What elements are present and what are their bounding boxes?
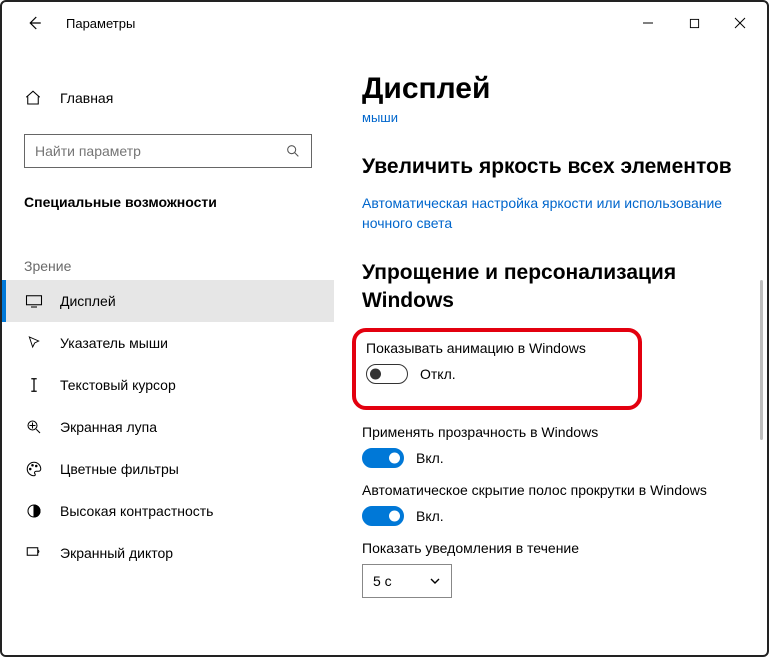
- setting-label-animation: Показывать анимацию в Windows: [366, 340, 624, 356]
- home-nav[interactable]: Главная: [2, 78, 334, 118]
- sidebar-item-label: Указатель мыши: [60, 335, 168, 351]
- search-icon: [285, 143, 301, 159]
- toggle-animation[interactable]: [366, 364, 408, 384]
- chevron-down-icon: [429, 575, 441, 587]
- toggle-state-animation: Откл.: [420, 366, 456, 382]
- heading-simplify: Упрощение и персонализация Windows: [362, 259, 739, 314]
- cursor-icon: [24, 334, 44, 352]
- search-input[interactable]: [35, 143, 285, 159]
- close-button[interactable]: [717, 7, 763, 39]
- palette-icon: [24, 460, 44, 478]
- toggle-state-transparency: Вкл.: [416, 450, 444, 466]
- partial-link-text[interactable]: мыши: [362, 110, 739, 125]
- toggle-scrollbars[interactable]: [362, 506, 404, 526]
- minimize-button[interactable]: [625, 7, 671, 39]
- search-box[interactable]: [24, 134, 312, 168]
- sidebar-item-narrator[interactable]: Экранный диктор: [2, 532, 334, 574]
- heading-brightness: Увеличить яркость всех элементов: [362, 153, 739, 180]
- sidebar-item-label: Экранный диктор: [60, 545, 173, 561]
- window-title: Параметры: [66, 16, 135, 31]
- narrator-icon: [24, 544, 44, 562]
- sidebar-item-display[interactable]: Дисплей: [2, 280, 334, 322]
- highlight-annotation: Показывать анимацию в Windows Откл.: [352, 328, 642, 410]
- monitor-icon: [24, 294, 44, 308]
- nav-list: Дисплей Указатель мыши Текстовый курсор: [2, 280, 334, 574]
- select-value: 5 с: [373, 573, 392, 589]
- titlebar: Параметры: [2, 2, 767, 44]
- sidebar-item-label: Цветные фильтры: [60, 461, 179, 477]
- sidebar-item-color-filters[interactable]: Цветные фильтры: [2, 448, 334, 490]
- sidebar: Главная Специальные возможности Зрение Д…: [2, 44, 334, 655]
- sidebar-item-magnifier[interactable]: Экранная лупа: [2, 406, 334, 448]
- magnifier-icon: [24, 418, 44, 436]
- sidebar-item-label: Дисплей: [60, 293, 116, 309]
- maximize-button[interactable]: [671, 7, 717, 39]
- setting-label-notifications: Показать уведомления в течение: [362, 540, 739, 556]
- sidebar-item-mouse-pointer[interactable]: Указатель мыши: [2, 322, 334, 364]
- home-label: Главная: [60, 90, 113, 106]
- scrollbar[interactable]: [760, 280, 763, 440]
- back-button[interactable]: [16, 5, 52, 41]
- content-pane: Дисплей мыши Увеличить яркость всех элем…: [334, 44, 767, 655]
- link-night-light[interactable]: Автоматическая настройка яркости или исп…: [362, 194, 739, 233]
- sidebar-item-high-contrast[interactable]: Высокая контрастность: [2, 490, 334, 532]
- notification-duration-select[interactable]: 5 с: [362, 564, 452, 598]
- sidebar-item-label: Экранная лупа: [60, 419, 157, 435]
- contrast-icon: [24, 502, 44, 520]
- page-title: Дисплей: [362, 72, 739, 106]
- category-label: Зрение: [24, 258, 334, 274]
- setting-label-scrollbars: Автоматическое скрытие полос прокрутки в…: [362, 482, 739, 498]
- toggle-transparency[interactable]: [362, 448, 404, 468]
- section-title: Специальные возможности: [24, 194, 334, 210]
- home-icon: [24, 89, 44, 107]
- window-controls: [625, 7, 763, 39]
- sidebar-item-label: Текстовый курсор: [60, 377, 176, 393]
- setting-label-transparency: Применять прозрачность в Windows: [362, 424, 739, 440]
- sidebar-item-label: Высокая контрастность: [60, 503, 213, 519]
- sidebar-item-text-cursor[interactable]: Текстовый курсор: [2, 364, 334, 406]
- text-cursor-icon: [24, 376, 44, 394]
- toggle-state-scrollbars: Вкл.: [416, 508, 444, 524]
- settings-window: Параметры Главная: [0, 0, 769, 657]
